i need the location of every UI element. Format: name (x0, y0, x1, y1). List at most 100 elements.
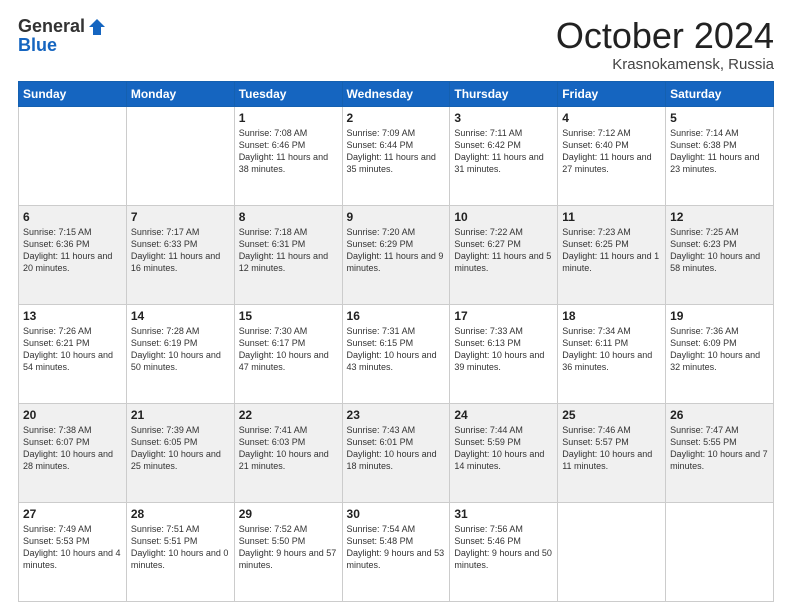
cell-text: Sunrise: 7:54 AMSunset: 5:48 PMDaylight:… (347, 523, 446, 572)
calendar-cell: 24 Sunrise: 7:44 AMSunset: 5:59 PMDayligh… (450, 403, 558, 502)
day-number: 11 (562, 210, 661, 224)
day-number: 4 (562, 111, 661, 125)
calendar-week-row: 6 Sunrise: 7:15 AMSunset: 6:36 PMDaylight… (19, 205, 774, 304)
cell-text: Sunrise: 7:22 AMSunset: 6:27 PMDaylight:… (454, 226, 553, 275)
day-number: 14 (131, 309, 230, 323)
calendar-cell: 31 Sunrise: 7:56 AMSunset: 5:46 PMDayligh… (450, 502, 558, 601)
calendar-cell: 28Sunrise: 7:51 AMSunset: 5:51 PMDayligh… (126, 502, 234, 601)
day-number: 15 (239, 309, 338, 323)
cell-text: Sunrise: 7:09 AMSunset: 6:44 PMDaylight:… (347, 127, 446, 176)
day-number: 16 (347, 309, 446, 323)
calendar-cell: 25 Sunrise: 7:46 AMSunset: 5:57 PMDayligh… (558, 403, 666, 502)
calendar-cell (558, 502, 666, 601)
cell-text: Sunrise: 7:18 AMSunset: 6:31 PMDaylight:… (239, 226, 338, 275)
cell-text: Sunrise: 7:52 AMSunset: 5:50 PMDaylight:… (239, 523, 338, 572)
day-number: 8 (239, 210, 338, 224)
calendar-cell: 20 Sunrise: 7:38 AMSunset: 6:07 PMDayligh… (19, 403, 127, 502)
page: General Blue October 2024 Krasnokamensk,… (0, 0, 792, 612)
day-number: 5 (670, 111, 769, 125)
cell-text: Sunrise: 7:23 AMSunset: 6:25 PMDaylight:… (562, 226, 661, 275)
day-number: 12 (670, 210, 769, 224)
day-number: 19 (670, 309, 769, 323)
calendar-cell (126, 106, 234, 205)
calendar-cell: 4 Sunrise: 7:12 AMSunset: 6:40 PMDaylight… (558, 106, 666, 205)
day-number: 10 (454, 210, 553, 224)
header: General Blue October 2024 Krasnokamensk,… (18, 16, 774, 73)
day-number: 28 (131, 507, 230, 521)
cell-text: Sunrise: 7:20 AMSunset: 6:29 PMDaylight:… (347, 226, 446, 275)
day-number: 23 (347, 408, 446, 422)
calendar-cell: 19 Sunrise: 7:36 AMSunset: 6:09 PMDayligh… (666, 304, 774, 403)
cell-text: Sunrise: 7:49 AMSunset: 5:53 PMDaylight:… (23, 523, 122, 572)
cell-text: Sunrise: 7:56 AMSunset: 5:46 PMDaylight:… (454, 523, 553, 572)
calendar-cell: 27Sunrise: 7:49 AMSunset: 5:53 PMDayligh… (19, 502, 127, 601)
calendar-cell: 12Sunrise: 7:25 AMSunset: 6:23 PMDayligh… (666, 205, 774, 304)
day-number: 18 (562, 309, 661, 323)
calendar-cell: 16 Sunrise: 7:31 AMSunset: 6:15 PMDayligh… (342, 304, 450, 403)
calendar-cell: 18 Sunrise: 7:34 AMSunset: 6:11 PMDayligh… (558, 304, 666, 403)
day-number: 29 (239, 507, 338, 521)
cell-text: Sunrise: 7:34 AMSunset: 6:11 PMDaylight:… (562, 325, 661, 374)
cell-text: Sunrise: 7:15 AMSunset: 6:36 PMDaylight:… (23, 226, 122, 275)
logo: General Blue (18, 16, 107, 56)
cell-text: Sunrise: 7:33 AMSunset: 6:13 PMDaylight:… (454, 325, 553, 374)
title-block: October 2024 Krasnokamensk, Russia (556, 16, 774, 73)
day-number: 31 (454, 507, 553, 521)
cell-text: Sunrise: 7:12 AMSunset: 6:40 PMDaylight:… (562, 127, 661, 176)
day-number: 13 (23, 309, 122, 323)
day-number: 6 (23, 210, 122, 224)
cell-text: Sunrise: 7:26 AMSunset: 6:21 PMDaylight:… (23, 325, 122, 374)
day-number: 17 (454, 309, 553, 323)
calendar-cell: 30 Sunrise: 7:54 AMSunset: 5:48 PMDayligh… (342, 502, 450, 601)
calendar-cell: 2 Sunrise: 7:09 AMSunset: 6:44 PMDaylight… (342, 106, 450, 205)
day-of-week-header: Friday (558, 81, 666, 106)
day-number: 21 (131, 408, 230, 422)
cell-text: Sunrise: 7:14 AMSunset: 6:38 PMDaylight:… (670, 127, 769, 176)
calendar-cell: 29 Sunrise: 7:52 AMSunset: 5:50 PMDayligh… (234, 502, 342, 601)
logo-blue-text: Blue (18, 35, 57, 56)
cell-text: Sunrise: 7:44 AMSunset: 5:59 PMDaylight:… (454, 424, 553, 473)
calendar-cell: 5 Sunrise: 7:14 AMSunset: 6:38 PMDaylight… (666, 106, 774, 205)
calendar-table: SundayMondayTuesdayWednesdayThursdayFrid… (18, 81, 774, 602)
calendar-cell: 15 Sunrise: 7:30 AMSunset: 6:17 PMDayligh… (234, 304, 342, 403)
calendar-header-row: SundayMondayTuesdayWednesdayThursdayFrid… (19, 81, 774, 106)
day-of-week-header: Tuesday (234, 81, 342, 106)
calendar-cell: 23 Sunrise: 7:43 AMSunset: 6:01 PMDayligh… (342, 403, 450, 502)
day-number: 1 (239, 111, 338, 125)
cell-text: Sunrise: 7:43 AMSunset: 6:01 PMDaylight:… (347, 424, 446, 473)
day-number: 22 (239, 408, 338, 422)
logo-icon (87, 17, 107, 37)
calendar-cell: 17 Sunrise: 7:33 AMSunset: 6:13 PMDayligh… (450, 304, 558, 403)
calendar-cell: 21Sunrise: 7:39 AMSunset: 6:05 PMDayligh… (126, 403, 234, 502)
day-of-week-header: Monday (126, 81, 234, 106)
cell-text: Sunrise: 7:38 AMSunset: 6:07 PMDaylight:… (23, 424, 122, 473)
calendar-cell: 8 Sunrise: 7:18 AMSunset: 6:31 PMDaylight… (234, 205, 342, 304)
day-number: 20 (23, 408, 122, 422)
day-number: 26 (670, 408, 769, 422)
day-number: 7 (131, 210, 230, 224)
calendar-cell: 13 Sunrise: 7:26 AMSunset: 6:21 PMDayligh… (19, 304, 127, 403)
cell-text: Sunrise: 7:28 AMSunset: 6:19 PMDaylight:… (131, 325, 230, 374)
calendar-week-row: 27Sunrise: 7:49 AMSunset: 5:53 PMDayligh… (19, 502, 774, 601)
day-number: 9 (347, 210, 446, 224)
day-number: 30 (347, 507, 446, 521)
day-number: 24 (454, 408, 553, 422)
calendar-cell: 11 Sunrise: 7:23 AMSunset: 6:25 PMDayligh… (558, 205, 666, 304)
cell-text: Sunrise: 7:31 AMSunset: 6:15 PMDaylight:… (347, 325, 446, 374)
day-number: 2 (347, 111, 446, 125)
location: Krasnokamensk, Russia (556, 56, 774, 73)
calendar-cell: 6 Sunrise: 7:15 AMSunset: 6:36 PMDaylight… (19, 205, 127, 304)
calendar-cell: 10 Sunrise: 7:22 AMSunset: 6:27 PMDayligh… (450, 205, 558, 304)
cell-text: Sunrise: 7:36 AMSunset: 6:09 PMDaylight:… (670, 325, 769, 374)
calendar-cell: 7Sunrise: 7:17 AMSunset: 6:33 PMDaylight… (126, 205, 234, 304)
cell-text: Sunrise: 7:46 AMSunset: 5:57 PMDaylight:… (562, 424, 661, 473)
cell-text: Sunrise: 7:11 AMSunset: 6:42 PMDaylight:… (454, 127, 553, 176)
cell-text: Sunrise: 7:08 AMSunset: 6:46 PMDaylight:… (239, 127, 338, 176)
calendar-cell (19, 106, 127, 205)
day-of-week-header: Thursday (450, 81, 558, 106)
day-number: 25 (562, 408, 661, 422)
cell-text: Sunrise: 7:30 AMSunset: 6:17 PMDaylight:… (239, 325, 338, 374)
logo-general-text: General (18, 16, 85, 37)
calendar-cell (666, 502, 774, 601)
calendar-cell: 14 Sunrise: 7:28 AMSunset: 6:19 PMDayligh… (126, 304, 234, 403)
